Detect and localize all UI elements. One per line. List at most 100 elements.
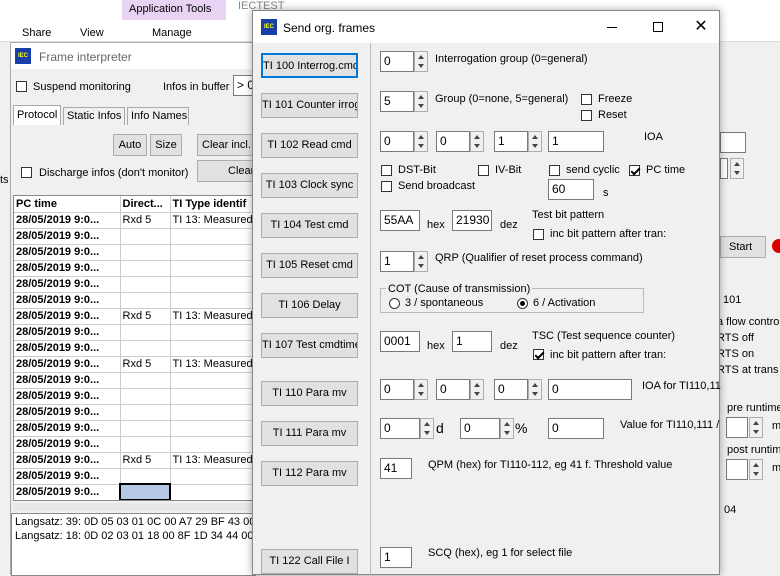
- send-broadcast-checkbox[interactable]: [381, 181, 392, 192]
- ti-button-11[interactable]: TI 122 Call File I: [261, 549, 358, 574]
- table-row[interactable]: 28/05/2019 9:0...: [14, 372, 255, 389]
- size-button[interactable]: Size: [150, 134, 182, 156]
- clear-button[interactable]: Clear: [197, 160, 259, 182]
- ioa110-input-4[interactable]: 0: [548, 379, 632, 400]
- days-spin[interactable]: [420, 418, 434, 439]
- close-button[interactable]: ✕: [682, 11, 720, 43]
- qrp-input[interactable]: 1: [380, 251, 414, 272]
- ti-button-7[interactable]: TI 107 Test cmdtime: [261, 333, 358, 358]
- col-ti-type[interactable]: TI Type identif: [170, 196, 255, 213]
- ioa-spin-2[interactable]: [470, 131, 484, 152]
- tsc-dez-input[interactable]: 1: [452, 331, 492, 352]
- discharge-checkbox[interactable]: [21, 167, 32, 178]
- table-row[interactable]: 28/05/2019 9:0...: [14, 420, 255, 437]
- test-dez-input[interactable]: 21930: [452, 210, 492, 231]
- table-row[interactable]: 28/05/2019 9:0...: [14, 468, 255, 485]
- right-field-1[interactable]: [720, 132, 746, 153]
- ioa110-spin-2[interactable]: [470, 379, 484, 400]
- tab-static-infos[interactable]: Static Infos: [63, 107, 125, 125]
- tsc-hex-input[interactable]: 0001: [380, 331, 420, 352]
- post-runtime-spin[interactable]: [749, 459, 763, 480]
- send-cyclic-checkbox[interactable]: [549, 165, 560, 176]
- suspend-checkbox[interactable]: [16, 81, 27, 92]
- right-field-2[interactable]: [720, 158, 728, 179]
- ioa110-input-2[interactable]: 0: [436, 379, 470, 400]
- ribbon-share[interactable]: Share: [22, 27, 51, 39]
- ribbon-manage[interactable]: Manage: [152, 27, 192, 39]
- stop-icon[interactable]: [772, 239, 780, 253]
- table-row[interactable]: 28/05/2019 9:0...: [14, 276, 255, 293]
- ti-button-9[interactable]: TI 111 Para mv: [261, 421, 358, 446]
- ti-button-2[interactable]: TI 102 Read cmd: [261, 133, 358, 158]
- application-tools-tab[interactable]: Application Tools: [122, 0, 226, 20]
- ioa-input-3[interactable]: 1: [494, 131, 528, 152]
- start-button[interactable]: Start: [720, 236, 766, 258]
- qrp-spin[interactable]: [414, 251, 428, 272]
- ti-button-1[interactable]: TI 101 Counter irrog: [261, 93, 358, 118]
- table-row[interactable]: 28/05/2019 9:0...: [14, 260, 255, 277]
- pre-runtime-spin[interactable]: [749, 417, 763, 438]
- percent-input[interactable]: 0: [460, 418, 500, 439]
- ioa-spin-1[interactable]: [414, 131, 428, 152]
- ioa-input-4[interactable]: 1: [548, 131, 604, 152]
- table-row[interactable]: 28/05/2019 9:0... Rxd 5 TI 13: Measured: [14, 356, 255, 373]
- interrogation-group-spin[interactable]: [414, 51, 428, 72]
- ti-button-5[interactable]: TI 105 Reset cmd: [261, 253, 358, 278]
- table-row[interactable]: 28/05/2019 9:0... Rxd 5 TI 13: Measured: [14, 212, 255, 229]
- col-direction[interactable]: Direct...: [120, 196, 171, 213]
- right-spin[interactable]: [730, 158, 744, 179]
- clear-incl-button[interactable]: Clear incl.: [197, 134, 259, 156]
- ioa-input-1[interactable]: 0: [380, 131, 414, 152]
- table-row[interactable]: 28/05/2019 9:0... Rxd 5 TI 13: Measured: [14, 308, 255, 325]
- table-row[interactable]: 28/05/2019 9:0...: [14, 244, 255, 261]
- post-runtime-input[interactable]: [726, 459, 748, 480]
- ioa-input-2[interactable]: 0: [436, 131, 470, 152]
- days-input[interactable]: 0: [380, 418, 420, 439]
- ti-button-3[interactable]: TI 103 Clock sync: [261, 173, 358, 198]
- maximize-button[interactable]: [636, 11, 682, 43]
- ti-button-8[interactable]: TI 110 Para mv: [261, 381, 358, 406]
- pre-runtime-input[interactable]: [726, 417, 748, 438]
- pc-time-checkbox[interactable]: [629, 165, 640, 176]
- qpm-input[interactable]: 41: [380, 458, 412, 479]
- reset-checkbox[interactable]: [581, 110, 592, 121]
- inc-bit-pattern-checkbox-2[interactable]: [533, 349, 544, 360]
- group-spin[interactable]: [414, 91, 428, 112]
- table-row[interactable]: 28/05/2019 9:0...: [14, 483, 255, 500]
- inc-bit-pattern-checkbox-1[interactable]: [533, 229, 544, 240]
- table-row[interactable]: 28/05/2019 9:0... Rxd 5 TI 13: Measured: [14, 452, 255, 469]
- table-row[interactable]: 28/05/2019 9:0...: [14, 404, 255, 421]
- cot-spontaneous-radio[interactable]: [389, 298, 400, 309]
- interrogation-group-input[interactable]: 0: [380, 51, 414, 72]
- minimize-button[interactable]: [590, 11, 636, 43]
- test-hex-input[interactable]: 55AA: [380, 210, 420, 231]
- tab-info-names[interactable]: Info Names: [127, 107, 189, 125]
- cot-activation-radio[interactable]: [517, 298, 528, 309]
- ti-button-4[interactable]: TI 104 Test cmd: [261, 213, 358, 238]
- ioa110-spin-1[interactable]: [414, 379, 428, 400]
- iv-bit-checkbox[interactable]: [478, 165, 489, 176]
- ti-button-10[interactable]: TI 112 Para mv: [261, 461, 358, 486]
- auto-button[interactable]: Auto: [113, 134, 147, 156]
- ti-button-6[interactable]: TI 106 Delay: [261, 293, 358, 318]
- table-row[interactable]: 28/05/2019 9:0...: [14, 228, 255, 245]
- table-scrollbar[interactable]: [13, 503, 256, 511]
- ioa110-input-3[interactable]: 0: [494, 379, 528, 400]
- table-row[interactable]: 28/05/2019 9:0...: [14, 324, 255, 341]
- table-row[interactable]: 28/05/2019 9:0...: [14, 388, 255, 405]
- group-input[interactable]: 5: [380, 91, 414, 112]
- value-input[interactable]: 0: [548, 418, 604, 439]
- scq-input[interactable]: 1: [380, 547, 412, 568]
- cycle-time-input[interactable]: 60: [548, 179, 594, 200]
- ribbon-view[interactable]: View: [80, 27, 104, 39]
- table-row[interactable]: 28/05/2019 9:0...: [14, 436, 255, 453]
- table-row[interactable]: 28/05/2019 9:0...: [14, 340, 255, 357]
- ioa110-input-1[interactable]: 0: [380, 379, 414, 400]
- tab-protocol[interactable]: Protocol: [13, 105, 61, 125]
- col-pc-time[interactable]: PC time: [14, 196, 121, 213]
- right-tab-101[interactable]: 101: [723, 294, 741, 306]
- percent-spin[interactable]: [500, 418, 514, 439]
- ioa110-spin-3[interactable]: [528, 379, 542, 400]
- dst-bit-checkbox[interactable]: [381, 165, 392, 176]
- freeze-checkbox[interactable]: [581, 94, 592, 105]
